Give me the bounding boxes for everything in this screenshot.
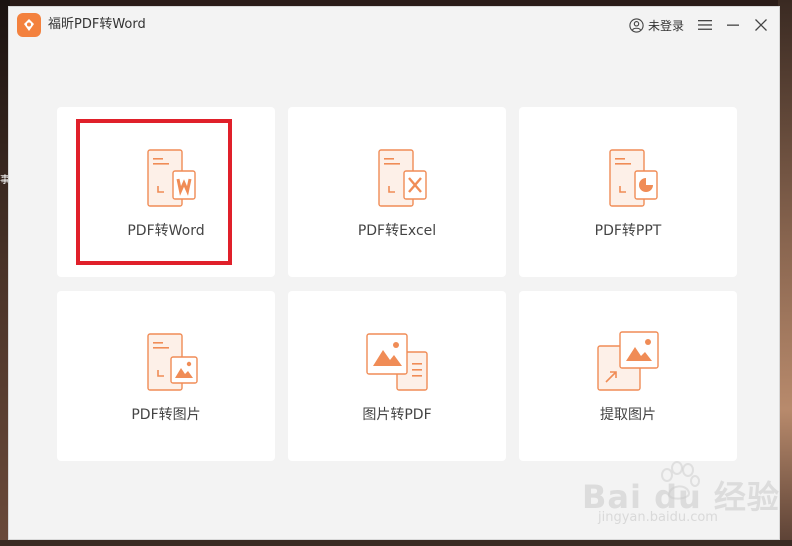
tool-card-image-to-pdf[interactable]: 图片转PDF [288, 291, 506, 461]
app-title: 福昕PDF转Word [48, 17, 146, 32]
menu-icon [698, 20, 712, 30]
app-logo-icon [17, 13, 41, 37]
tool-card-pdf-to-excel[interactable]: PDF转Excel [288, 107, 506, 277]
login-button[interactable]: 未登录 [629, 16, 684, 34]
tool-card-pdf-to-image[interactable]: PDF转图片 [57, 291, 275, 461]
close-icon [755, 19, 767, 31]
watermark-url: jingyan.baidu.com [598, 510, 718, 525]
tool-label: 图片转PDF [362, 407, 432, 423]
desktop-background-right [778, 0, 792, 546]
tool-card-pdf-to-ppt[interactable]: PDF转PPT [519, 107, 737, 277]
tool-label: PDF转PPT [594, 223, 662, 239]
tool-label: PDF转Word [127, 223, 205, 239]
tool-card-extract-image[interactable]: 提取图片 [519, 291, 737, 461]
tool-label: PDF转图片 [131, 407, 201, 423]
pdf-to-image-icon [147, 333, 198, 391]
tool-card-pdf-to-word[interactable]: PDF转Word [57, 107, 275, 277]
tool-label: PDF转Excel [357, 223, 437, 239]
title-bar[interactable]: 福昕PDF转Word 未登录 [9, 7, 779, 45]
image-to-pdf-icon [366, 333, 428, 391]
pdf-to-word-icon [147, 149, 196, 207]
menu-button[interactable] [696, 16, 714, 34]
login-label: 未登录 [648, 18, 685, 33]
desktop-background-bottom [0, 540, 792, 546]
close-button[interactable] [752, 16, 770, 34]
pdf-to-excel-icon [378, 149, 427, 207]
user-icon [629, 17, 644, 33]
tool-label: 提取图片 [600, 407, 656, 423]
minimize-button[interactable] [724, 16, 742, 34]
pdf-to-ppt-icon [609, 149, 658, 207]
extract-image-icon [597, 331, 659, 391]
minimize-icon [727, 24, 739, 26]
